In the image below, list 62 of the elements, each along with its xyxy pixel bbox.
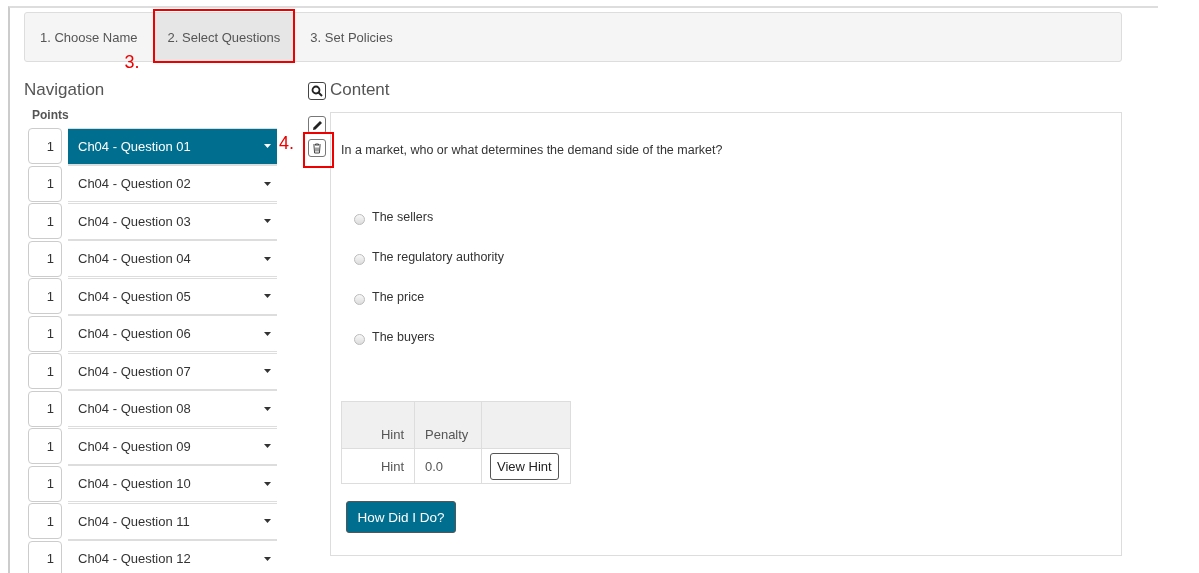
pencil-icon: [311, 119, 323, 131]
question-select[interactable]: Ch04 - Question 03: [68, 202, 277, 240]
caret-icon: [264, 294, 271, 298]
column-header: Hint: [341, 401, 415, 449]
question-select[interactable]: Ch04 - Question 10: [68, 465, 277, 502]
submit-button[interactable]: How Did I Do?: [346, 501, 456, 533]
navigation-title: Navigation: [24, 80, 106, 101]
annotation-number: 3.: [124, 52, 140, 73]
radio-button[interactable]: [354, 293, 365, 305]
question-select[interactable]: Ch04 - Question 07: [68, 352, 277, 390]
content-title: Content: [330, 80, 390, 101]
wizard-tab[interactable]: 2. Select Questions: [152, 13, 296, 61]
points-field[interactable]: 1: [28, 278, 62, 314]
view-hint-button[interactable]: View Hint: [490, 452, 559, 480]
delete-button[interactable]: [308, 139, 326, 157]
points-field[interactable]: 1: [28, 203, 62, 239]
question-text: In a market, who or what determines the demand side of the market?: [341, 143, 724, 157]
points-field[interactable]: 1: [28, 128, 62, 164]
question-select[interactable]: Ch04 - Question 09: [68, 427, 277, 465]
caret-icon: [264, 256, 271, 261]
caret-icon: [264, 331, 271, 336]
points-field[interactable]: 1: [28, 503, 62, 539]
search-icon[interactable]: [308, 82, 326, 100]
wizard-tab[interactable]: 3. Set Policies: [295, 13, 408, 61]
question-select[interactable]: Ch04 - Question 05: [68, 277, 277, 315]
caret-icon: [264, 481, 271, 486]
answer-option: The regulatory authority: [372, 250, 504, 264]
answer-option: The sellers: [372, 210, 434, 224]
points-field[interactable]: 1: [28, 390, 62, 427]
points-field[interactable]: 1: [28, 240, 62, 277]
answer-option: The price: [372, 290, 425, 304]
caret-icon: [264, 144, 271, 148]
question-select[interactable]: Ch04 - Question 01: [68, 127, 277, 165]
annotation-number: 4.: [279, 133, 294, 154]
caret-icon: [264, 556, 271, 561]
points-field[interactable]: 1: [28, 540, 62, 573]
question-select[interactable]: Ch04 - Question 04: [68, 240, 277, 277]
question-select[interactable]: Ch04 - Question 06: [68, 315, 277, 352]
column-header: Penalty: [414, 401, 482, 449]
caret-icon: [264, 444, 271, 448]
points-field[interactable]: 1: [28, 165, 62, 202]
question-select[interactable]: Ch04 - Question 02: [68, 165, 277, 202]
points-field[interactable]: 1: [28, 428, 62, 464]
question-select[interactable]: Ch04 - Question 11: [68, 502, 277, 540]
caret-icon: [264, 219, 271, 223]
caret-icon: [264, 406, 271, 411]
points-field[interactable]: 1: [28, 465, 62, 502]
caret-icon: [264, 181, 271, 186]
caret-icon: [264, 519, 271, 523]
table-cell: Hint: [341, 448, 415, 484]
points-label: Points: [32, 108, 70, 124]
points-field[interactable]: 1: [28, 353, 62, 389]
points-field[interactable]: 1: [28, 315, 62, 352]
radio-button[interactable]: [354, 213, 365, 225]
caret-icon: [264, 369, 271, 373]
trash-icon: [312, 142, 322, 154]
question-select[interactable]: Ch04 - Question 08: [68, 390, 277, 427]
radio-button[interactable]: [354, 333, 365, 345]
radio-button[interactable]: [354, 253, 365, 265]
table-cell: 0.0: [414, 448, 482, 484]
answer-option: The buyers: [372, 330, 435, 344]
annotation-frame: [303, 132, 334, 168]
